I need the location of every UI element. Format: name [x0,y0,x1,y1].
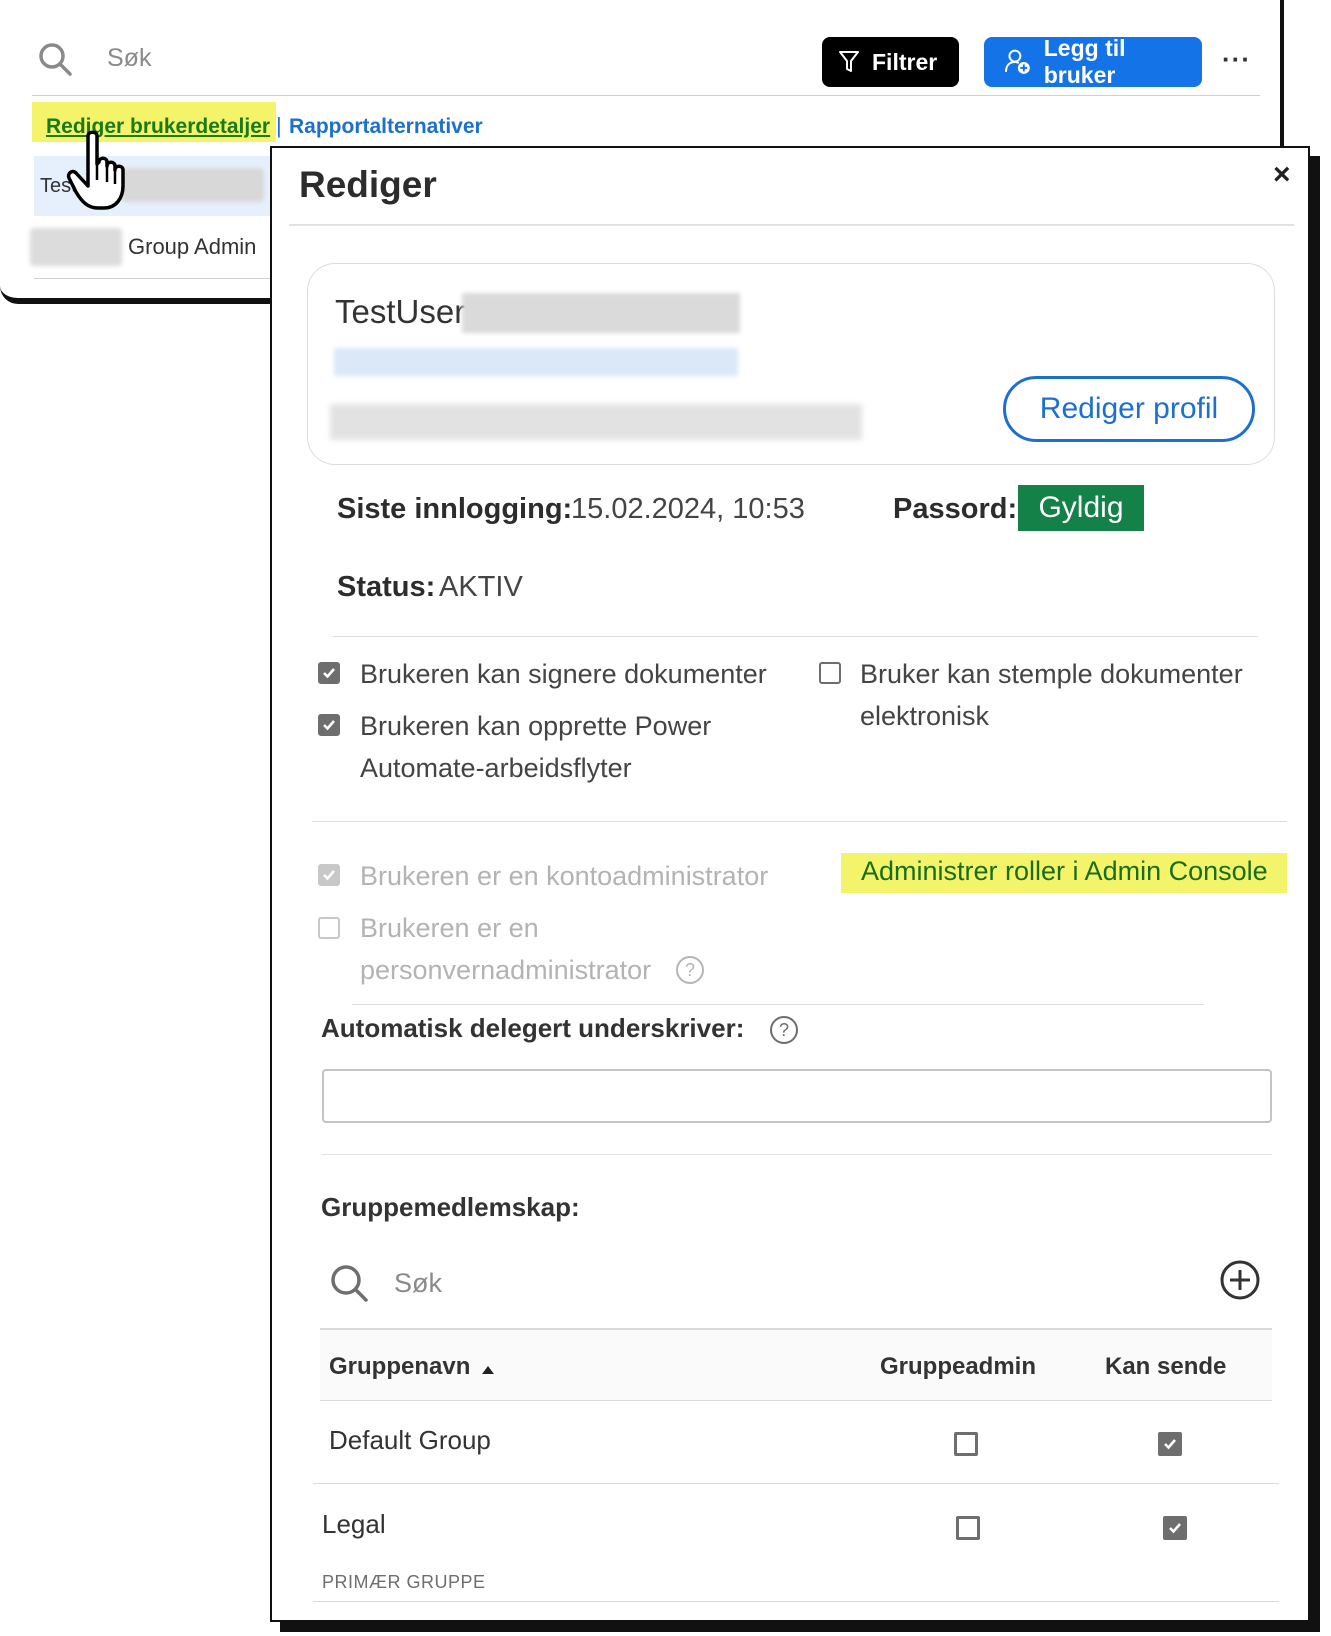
can-send-checkbox[interactable] [1163,1516,1187,1540]
divider [312,821,1287,822]
checkmark-icon [1169,1523,1181,1534]
title-divider [289,224,1294,226]
checkmark-icon [323,870,335,881]
add-user-button[interactable]: Legg til bruker [984,35,1202,88]
modal-title: Rediger [299,164,437,205]
power-automate-checkbox[interactable] [318,714,340,736]
more-icon[interactable]: ··· [1222,44,1251,75]
table-row-divider [313,1483,1279,1484]
link-separator: | [276,113,282,138]
group-row-name: Default Group [329,1425,491,1455]
redacted-text [330,404,862,440]
row-divider [34,278,274,279]
delegate-signer-label: Automatisk delegert underskriver: [321,1013,745,1043]
filter-icon [839,51,859,72]
user-row-role: Group Admin [128,234,257,259]
column-header-group-name[interactable]: Gruppenavn [329,1353,470,1381]
group-row-name: Legal [322,1509,386,1539]
power-automate-label: Brukeren kan opprette Power Automate-arb… [360,711,712,783]
group-admin-checkbox[interactable] [956,1516,980,1540]
password-label: Passord: [893,493,1018,525]
divider [322,1154,1272,1155]
filter-button[interactable]: Filtrer [822,37,959,87]
account-admin-checkbox [318,864,340,886]
report-options-link[interactable]: Rapportalternativer [289,115,483,139]
divider [333,636,1258,637]
table-row-divider [313,1601,1279,1602]
search-icon[interactable] [329,1263,369,1303]
group-membership-label: Gruppemedlemskap: [321,1192,580,1222]
redacted-email [334,348,738,376]
help-icon[interactable]: ? [770,1016,798,1044]
stamp-documents-checkbox[interactable] [819,662,841,684]
group-admin-checkbox[interactable] [954,1432,978,1456]
password-status-badge: Gyldig [1018,485,1144,531]
column-header-can-send: Kan sende [1105,1353,1227,1380]
stamp-documents-label: Bruker kan stemple dokumenter elektronis… [860,659,1243,731]
search-icon[interactable] [38,42,72,76]
column-header-group-admin: Gruppeadmin [880,1353,1037,1380]
checkmark-icon [323,720,335,731]
primary-group-badge: PRIMÆR GRUPPE [322,1572,486,1592]
hand-cursor-icon [66,130,125,210]
sign-documents-label: Brukeren kan signere dokumenter [360,659,767,689]
divider [320,1400,1272,1401]
sort-ascending-icon[interactable] [482,1366,494,1374]
toolbar-divider [32,95,1260,96]
search-input[interactable]: Søk [107,44,151,73]
checkmark-icon [323,668,335,679]
divider [352,1004,1204,1005]
redacted-text [30,228,122,266]
edit-profile-button[interactable]: Rediger profil [1003,376,1255,442]
add-user-icon [1004,49,1030,74]
privacy-admin-label: Brukeren er en personvernadministrator [360,913,652,985]
help-icon[interactable]: ? [676,956,704,984]
checkmark-icon [1164,1439,1176,1450]
last-login-value: 15.02.2024, 10:53 [571,493,805,525]
privacy-admin-checkbox [318,917,340,939]
last-login-label: Siste innlogging: [337,493,573,525]
status-value: AKTIV [439,571,523,603]
add-circle-icon[interactable] [1219,1259,1261,1301]
redacted-text [462,293,740,333]
can-send-checkbox[interactable] [1158,1432,1182,1456]
sign-documents-checkbox[interactable] [318,662,340,684]
account-admin-label: Brukeren er en kontoadministrator [360,861,769,891]
redacted-text [122,168,264,202]
status-label: Status: [337,571,436,603]
group-search-input[interactable]: Søk [394,1268,442,1299]
add-user-button-label: Legg til bruker [1043,35,1126,88]
close-icon[interactable]: × [1273,158,1291,192]
admin-console-link[interactable]: Administrer roller i Admin Console [861,856,1268,887]
profile-name: TestUser [335,293,466,330]
delegate-signer-input[interactable] [322,1069,1272,1123]
filter-button-label: Filtrer [872,48,938,75]
